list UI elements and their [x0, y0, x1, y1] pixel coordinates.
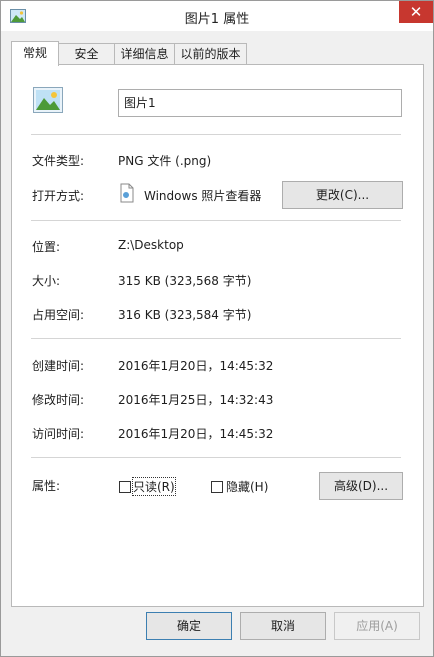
divider [31, 220, 401, 221]
divider [31, 457, 401, 458]
location-label: 位置: [32, 240, 61, 254]
apply-button-label: 应用(A) [356, 619, 398, 633]
ok-button[interactable]: 确定 [146, 612, 232, 640]
tab-previous-versions[interactable]: 以前的版本 [174, 43, 247, 65]
advanced-button[interactable]: 高级(D)... [319, 472, 403, 500]
file-type-label: 文件类型: [32, 154, 85, 168]
tab-details[interactable]: 详细信息 [114, 43, 175, 65]
hidden-label[interactable]: 隐藏(H) [226, 478, 268, 495]
attributes-label: 属性: [32, 479, 61, 493]
apply-button[interactable]: 应用(A) [334, 612, 420, 640]
readonly-label[interactable]: 只读(R) [132, 477, 176, 496]
image-file-large-icon [33, 87, 63, 116]
accessed-value: 2016年1月20日，14:45:32 [118, 427, 274, 441]
divider [31, 134, 401, 135]
size-on-disk-value: 316 KB (323,584 字节) [118, 308, 252, 322]
advanced-button-label: 高级(D)... [333, 479, 389, 493]
created-value: 2016年1月20日，14:45:32 [118, 359, 274, 373]
ok-button-label: 确定 [176, 619, 201, 633]
tab-label: 以前的版本 [180, 47, 241, 61]
change-button[interactable]: 更改(C)... [282, 181, 403, 209]
tab-general[interactable]: 常规 [11, 41, 59, 66]
tab-label: 详细信息 [120, 47, 169, 61]
size-label: 大小: [32, 274, 61, 288]
size-value: 315 KB (323,568 字节) [118, 274, 252, 288]
cancel-button-label: 取消 [270, 619, 295, 633]
divider [31, 338, 401, 339]
tab-label: 常规 [22, 46, 47, 60]
hidden-checkbox[interactable] [211, 481, 223, 493]
properties-window: 图片1 属性 ✕ 常规 安全 详细信息 以前的版本 图片1 文件类型: PNG … [0, 0, 434, 657]
accessed-label: 访问时间: [32, 427, 85, 441]
created-label: 创建时间: [32, 359, 85, 373]
cancel-button[interactable]: 取消 [240, 612, 326, 640]
window-title: 图片1 属性 [184, 12, 250, 27]
readonly-checkbox[interactable] [119, 481, 131, 493]
modified-label: 修改时间: [32, 393, 85, 407]
tab-label: 安全 [74, 47, 99, 61]
close-icon: ✕ [409, 3, 423, 21]
photo-viewer-icon [120, 183, 134, 206]
size-on-disk-label: 占用空间: [32, 308, 85, 322]
opens-with-value: Windows 照片查看器 [144, 189, 262, 203]
location-value: Z:\Desktop [118, 238, 184, 252]
title-bar[interactable]: 图片1 属性 ✕ [1, 1, 433, 31]
opens-with-label: 打开方式: [32, 189, 85, 203]
tab-security[interactable]: 安全 [58, 43, 115, 65]
change-button-label: 更改(C)... [315, 188, 370, 202]
file-name-value: 图片1 [124, 96, 156, 110]
file-name-field[interactable]: 图片1 [118, 89, 402, 117]
file-type-value: PNG 文件 (.png) [118, 154, 212, 168]
general-panel: 图片1 文件类型: PNG 文件 (.png) 打开方式: Windows 照片… [11, 64, 424, 607]
modified-value: 2016年1月25日，14:32:43 [118, 393, 274, 407]
close-button[interactable]: ✕ [399, 1, 433, 23]
